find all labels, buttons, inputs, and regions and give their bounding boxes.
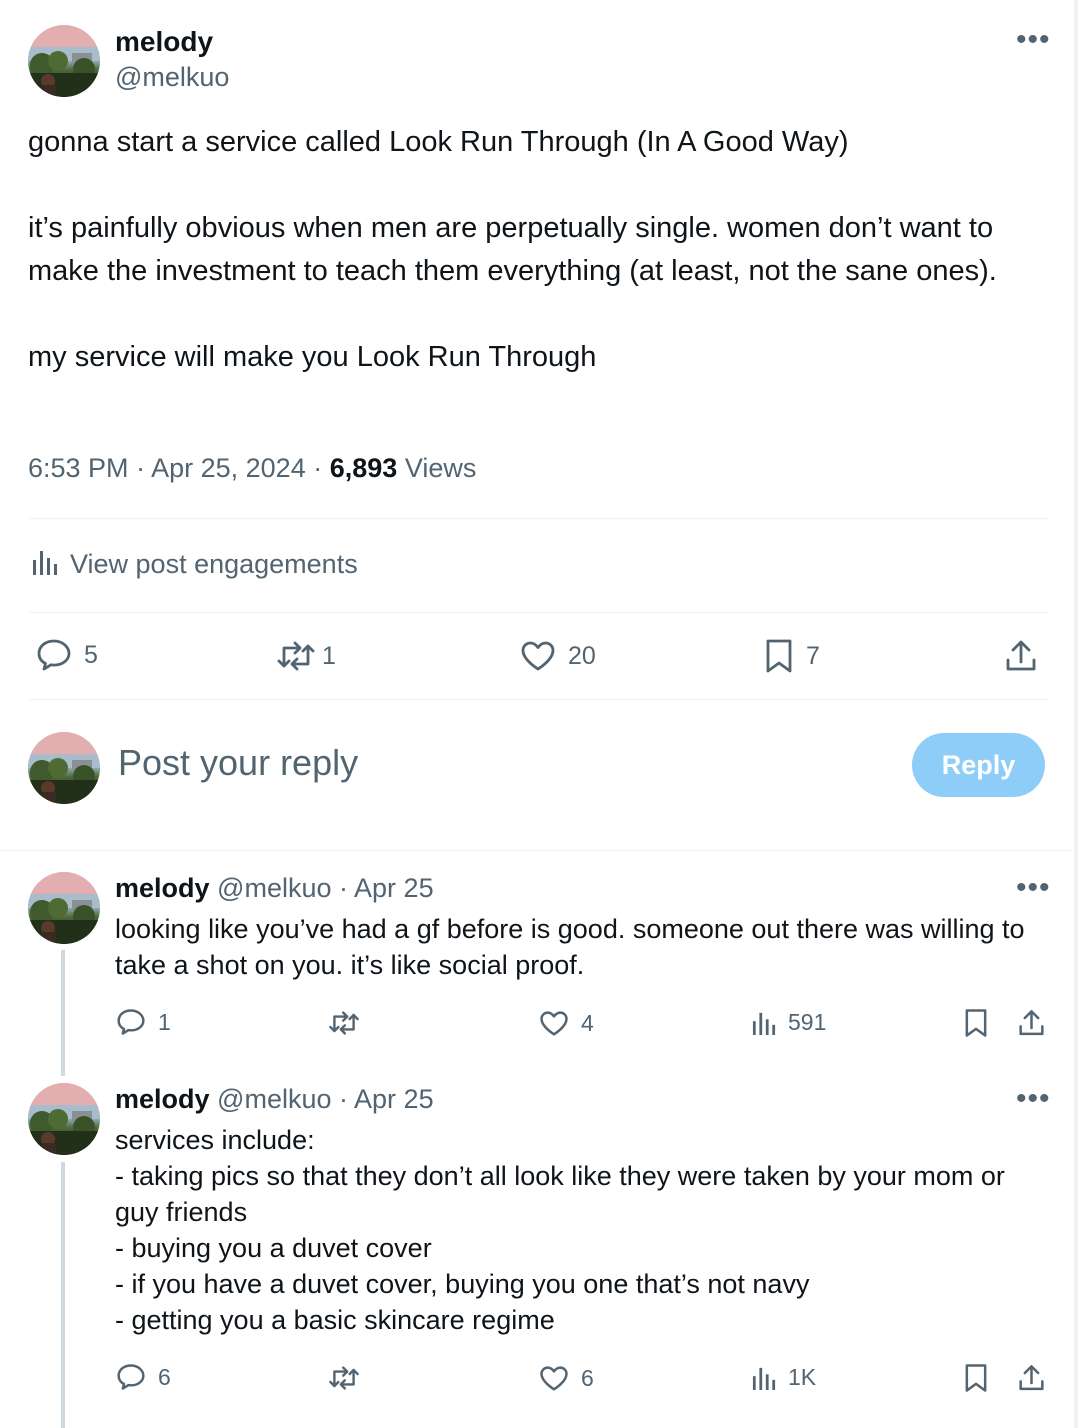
views-action[interactable]: 1K — [752, 1364, 816, 1391]
views-count: 591 — [788, 1009, 827, 1035]
reply-icon — [117, 1364, 145, 1390]
post-meta: 6:53 PM · Apr 25, 2024 · 6,893 Views — [28, 453, 476, 484]
view-engagements-label: View post engagements — [70, 549, 358, 579]
share-action[interactable] — [1017, 1008, 1046, 1038]
author-handle[interactable]: @melkuo — [115, 62, 229, 93]
bookmark-count: 7 — [806, 641, 820, 670]
bookmark-icon — [965, 1364, 987, 1392]
reply-input[interactable]: Post your reply — [118, 742, 358, 784]
repost-action[interactable] — [328, 1010, 372, 1036]
bookmark-icon — [766, 639, 792, 673]
reply-date[interactable]: Apr 25 — [354, 1084, 434, 1114]
bookmark-action[interactable] — [963, 1363, 989, 1393]
post-time[interactable]: 6:53 PM — [28, 453, 129, 483]
analytics-icon — [752, 1012, 776, 1035]
reply-author-name[interactable]: melody — [115, 873, 210, 903]
more-options-icon[interactable]: ••• — [1016, 1084, 1051, 1114]
reply-author-handle[interactable]: @melkuo — [217, 1084, 331, 1114]
view-engagements-link[interactable]: View post engagements — [32, 548, 358, 581]
meta-separator: · — [339, 1084, 349, 1114]
meta-separator: · — [136, 453, 146, 483]
repost-icon — [329, 1011, 359, 1035]
scrollbar[interactable] — [1074, 0, 1078, 1428]
bookmark-icon — [965, 1009, 987, 1037]
repost-count: 1 — [322, 641, 336, 670]
share-action[interactable] — [1017, 1363, 1046, 1393]
divider — [28, 612, 1048, 613]
reply-author-handle[interactable]: @melkuo — [217, 873, 331, 903]
heart-icon — [540, 1011, 568, 1036]
like-action[interactable]: 4 — [539, 1010, 594, 1037]
share-icon — [1006, 640, 1036, 671]
repost-icon — [329, 1366, 359, 1390]
reply-action[interactable]: 1 — [116, 1008, 171, 1036]
like-action[interactable]: 6 — [539, 1365, 594, 1392]
views-label: Views — [404, 453, 477, 483]
reply-avatar[interactable] — [28, 872, 100, 944]
like-action[interactable]: 20 — [520, 640, 596, 672]
reply-date[interactable]: Apr 25 — [354, 873, 434, 903]
analytics-icon — [32, 548, 58, 581]
more-options-icon[interactable]: ••• — [1016, 873, 1051, 903]
views-count: 1K — [788, 1364, 817, 1390]
more-options-icon[interactable]: ••• — [1016, 25, 1051, 55]
heart-icon — [521, 641, 555, 671]
post-date[interactable]: Apr 25, 2024 — [151, 453, 306, 483]
reply-avatar[interactable] — [28, 1083, 100, 1155]
reply-count: 6 — [158, 1363, 171, 1390]
reply-action[interactable]: 6 — [116, 1363, 171, 1391]
meta-separator: · — [313, 453, 323, 483]
like-count: 20 — [568, 641, 596, 670]
heart-icon — [540, 1366, 568, 1391]
user-avatar[interactable] — [28, 732, 100, 804]
reply-text: looking like you’ve had a gf before is g… — [115, 914, 1025, 980]
reply-count: 5 — [84, 640, 98, 669]
like-count: 6 — [581, 1365, 594, 1391]
author-name[interactable]: melody — [115, 26, 213, 58]
divider — [28, 699, 1048, 700]
thread-line — [61, 950, 65, 1076]
meta-separator: · — [339, 873, 349, 903]
reply-header: melody @melkuo · Apr 25 — [115, 873, 434, 904]
views-count: 6,893 — [329, 453, 398, 483]
reply-icon — [37, 639, 71, 671]
reply-button[interactable]: Reply — [912, 733, 1045, 797]
reply-header: melody @melkuo · Apr 25 — [115, 1084, 434, 1115]
post-text: gonna start a service called Look Run Th… — [28, 126, 997, 373]
thread-line — [61, 1162, 65, 1428]
share-icon — [1019, 1365, 1044, 1391]
author-avatar[interactable] — [28, 25, 100, 97]
divider — [28, 518, 1048, 519]
section-divider — [0, 850, 1078, 851]
reply-action[interactable]: 5 — [36, 638, 98, 672]
reply-icon — [117, 1009, 145, 1035]
reply-author-name[interactable]: melody — [115, 1084, 210, 1114]
repost-action[interactable] — [328, 1365, 372, 1391]
bookmark-action[interactable] — [963, 1008, 989, 1038]
share-icon — [1019, 1010, 1044, 1036]
analytics-icon — [752, 1367, 776, 1390]
views-action[interactable]: 591 — [752, 1009, 826, 1036]
like-count: 4 — [581, 1010, 594, 1036]
repost-icon — [277, 641, 315, 671]
bookmark-action[interactable]: 7 — [764, 638, 820, 674]
reply-text: services include: - taking pics so that … — [115, 1125, 1005, 1335]
repost-action[interactable]: 1 — [276, 640, 336, 672]
reply-count: 1 — [158, 1008, 171, 1035]
share-action[interactable] — [1004, 638, 1038, 674]
